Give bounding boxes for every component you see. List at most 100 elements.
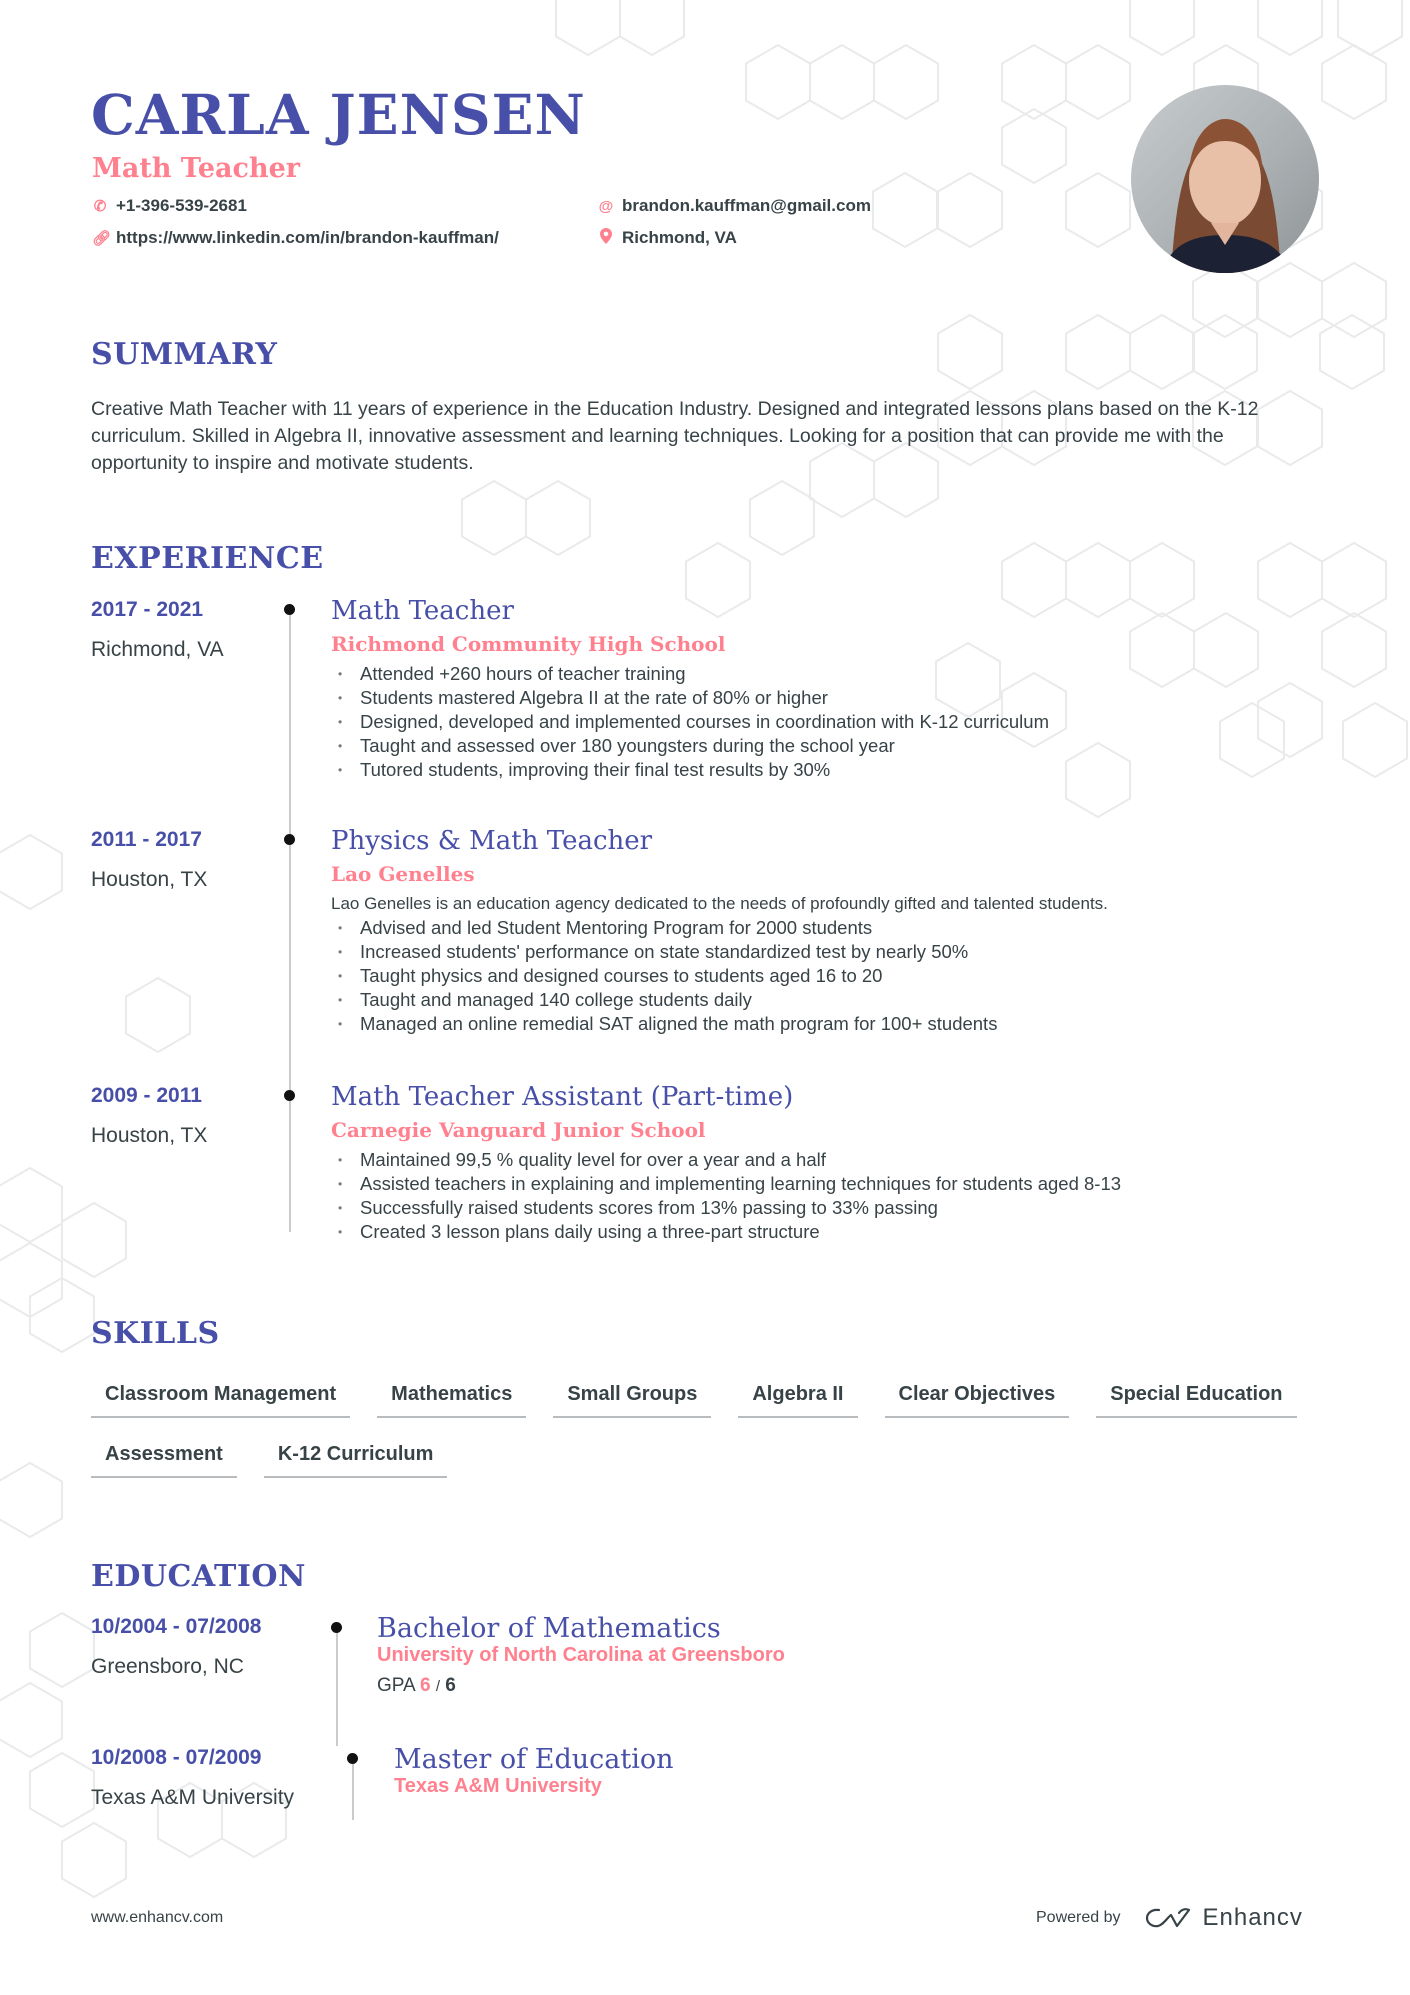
location-pin-icon — [598, 228, 614, 248]
experience-bullets: Attended +260 hours of teacher training … — [331, 662, 1049, 782]
hexagon-decoration — [1257, 541, 1323, 619]
education-school: Texas A&M University — [394, 1775, 602, 1797]
hexagon-decoration — [555, 0, 621, 57]
skill-tag: Clear Objectives — [884, 1375, 1070, 1418]
education-degree: Bachelor of Mathematics — [377, 1613, 721, 1644]
enhancv-logo-icon — [1145, 1908, 1190, 1928]
timeline-dot — [284, 604, 295, 615]
timeline-dot — [331, 1622, 342, 1633]
experience-location: Houston, TX — [91, 1124, 208, 1147]
hexagon-decoration — [29, 1611, 95, 1689]
education-degree: Master of Education — [394, 1744, 674, 1775]
hexagon-decoration — [1065, 43, 1131, 121]
gpa-max: 6 — [445, 1675, 456, 1696]
bullet-item: Tutored students, improving their final … — [331, 758, 1049, 782]
experience-company: Carnegie Vanguard Junior School — [331, 1118, 706, 1142]
phone-value: +1-396-539-2681 — [116, 196, 247, 215]
experience-timeline-line — [289, 612, 291, 1232]
hexagon-decoration — [1321, 611, 1387, 689]
bullet-item: Taught physics and designed courses to s… — [331, 964, 1108, 988]
hexagon-decoration — [1342, 701, 1408, 779]
education-section-title: EDUCATION — [91, 1559, 306, 1594]
bullet-item: Students mastered Algebra II at the rate… — [331, 686, 1049, 710]
hexagon-decoration — [1129, 313, 1195, 391]
bullet-item: Successfully raised students scores from… — [331, 1196, 1121, 1220]
candidate-title: Math Teacher — [92, 153, 301, 184]
contact-link[interactable]: 🔗︎ https://www.linkedin.com/in/brandon-k… — [92, 228, 499, 248]
bullet-item: Assisted teachers in explaining and impl… — [331, 1172, 1121, 1196]
hexagon-decoration — [0, 1166, 63, 1244]
footer-powered-by: Powered by Enhancv — [1036, 1904, 1303, 1932]
powered-by-label: Powered by — [1036, 1909, 1121, 1926]
skills-list: Classroom Management Mathematics Small G… — [91, 1375, 1331, 1495]
hexagon-decoration — [1065, 741, 1131, 819]
education-dates: 10/2004 - 07/2008 — [91, 1615, 262, 1638]
profile-photo-illustration — [1161, 119, 1291, 273]
contact-phone[interactable]: ✆ +1-396-539-2681 — [92, 196, 247, 216]
bullet-item: Maintained 99,5 % quality level for over… — [331, 1148, 1121, 1172]
experience-bullets: Maintained 99,5 % quality level for over… — [331, 1148, 1121, 1244]
hexagon-decoration — [1192, 261, 1258, 339]
experience-entry: Physics & Math Teacher Lao Genelles Lao … — [331, 826, 1108, 1036]
hexagon-decoration — [461, 479, 527, 557]
hexagon-decoration — [1257, 0, 1323, 57]
email-value: brandon.kauffman@gmail.com — [622, 196, 871, 215]
gpa-separator: / — [435, 1678, 440, 1695]
experience-entry: Math Teacher Richmond Community High Sch… — [331, 596, 1049, 782]
hexagon-decoration — [1065, 313, 1131, 391]
at-icon: @ — [598, 197, 614, 215]
experience-section-title: EXPERIENCE — [91, 541, 324, 576]
hexagon-decoration — [1129, 541, 1195, 619]
bullet-item: Taught and assessed over 180 youngsters … — [331, 734, 1049, 758]
experience-dates: 2009 - 2011 — [91, 1084, 202, 1107]
education-gpa: GPA 6 / 6 — [377, 1675, 785, 1697]
experience-description: Lao Genelles is an education agency dedi… — [331, 894, 1108, 913]
experience-dates: 2011 - 2017 — [91, 828, 202, 851]
location-value: Richmond, VA — [622, 228, 737, 247]
skill-tag: K-12 Curriculum — [263, 1435, 448, 1478]
experience-location: Richmond, VA — [91, 638, 224, 661]
education-school: University of North Carolina at Greensbo… — [377, 1644, 785, 1666]
footer-website-link[interactable]: www.enhancv.com — [91, 1909, 223, 1927]
enhancv-logo[interactable]: Enhancv — [1145, 1904, 1303, 1932]
hexagon-decoration — [525, 479, 591, 557]
bullet-item: Managed an online remedial SAT aligned t… — [331, 1012, 1108, 1036]
hexagon-decoration — [937, 313, 1003, 391]
hexagon-decoration — [1321, 541, 1387, 619]
hexagon-decoration — [61, 1821, 127, 1899]
hexagon-decoration — [1129, 611, 1195, 689]
experience-role: Physics & Math Teacher — [331, 826, 653, 856]
contact-email[interactable]: @ brandon.kauffman@gmail.com — [598, 196, 871, 216]
summary-text: Creative Math Teacher with 11 years of e… — [91, 398, 1259, 474]
bullet-item: Taught and managed 140 college students … — [331, 988, 1108, 1012]
hexagon-decoration — [61, 1201, 127, 1279]
skills-section-title: SKILLS — [91, 1316, 220, 1351]
gpa-label: GPA — [377, 1675, 415, 1696]
hexagon-decoration — [0, 833, 63, 911]
education-dates: 10/2008 - 07/2009 — [91, 1746, 262, 1769]
experience-role: Math Teacher — [331, 596, 514, 626]
hexagon-decoration — [1193, 611, 1259, 689]
hexagon-decoration — [619, 0, 685, 57]
skill-tag: Algebra II — [738, 1375, 858, 1418]
hexagon-decoration — [873, 43, 939, 121]
skill-tag: Assessment — [91, 1435, 237, 1478]
experience-bullets: Advised and led Student Mentoring Progra… — [331, 916, 1108, 1036]
bullet-item: Designed, developed and implemented cour… — [331, 710, 1049, 734]
bullet-item: Attended +260 hours of teacher training — [331, 662, 1049, 686]
education-entry: Bachelor of Mathematics University of No… — [377, 1613, 785, 1697]
skill-tag: Classroom Management — [91, 1375, 351, 1418]
experience-company: Lao Genelles — [331, 862, 475, 886]
education-location: Greensboro, NC — [91, 1655, 244, 1678]
hexagon-decoration — [1257, 681, 1323, 759]
contact-location: Richmond, VA — [598, 228, 737, 248]
experience-role: Math Teacher Assistant (Part-time) — [331, 1082, 794, 1112]
hexagon-decoration — [29, 1751, 95, 1829]
bullet-item: Advised and led Student Mentoring Progra… — [331, 916, 1108, 940]
hexagon-decoration — [809, 43, 875, 121]
timeline-dot — [284, 1090, 295, 1101]
hexagon-decoration — [1321, 43, 1387, 121]
hexagon-decoration — [125, 976, 191, 1054]
experience-dates: 2017 - 2021 — [91, 598, 204, 621]
link-value: https://www.linkedin.com/in/brandon-kauf… — [116, 228, 499, 247]
